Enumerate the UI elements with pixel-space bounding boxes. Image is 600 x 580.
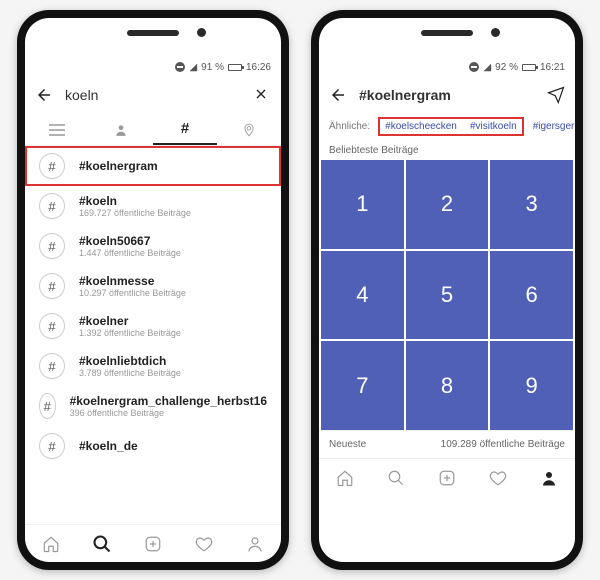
battery-icon	[228, 64, 242, 71]
nav-home[interactable]	[319, 459, 370, 496]
search-header: koeln	[25, 76, 281, 114]
tab-places[interactable]	[217, 114, 281, 145]
tab-people[interactable]	[89, 114, 153, 145]
hashtag-name: #koeln_de	[79, 439, 138, 453]
nav-add[interactable]	[421, 459, 472, 496]
post-thumbnail[interactable]: 6	[490, 251, 573, 340]
hashtag-name: #koelnergram	[79, 159, 158, 173]
clock: 16:26	[246, 62, 271, 73]
battery-percent: 91 %	[201, 62, 224, 73]
hash-icon: #	[39, 193, 65, 219]
status-bar: ◢ 91 % 16:26	[25, 58, 281, 76]
hash-icon: #	[39, 313, 65, 339]
similar-tag[interactable]: #igersgerma	[532, 118, 575, 135]
search-input[interactable]: koeln	[65, 87, 241, 103]
hashtag-result-row[interactable]: # #koeln_de	[25, 426, 281, 466]
nav-profile[interactable]	[230, 525, 281, 562]
top-posts-label: Beliebteste Beiträge	[319, 139, 575, 160]
newest-row: Neueste 109.289 öffentliche Beiträge	[319, 430, 575, 458]
results-list: # #koelnergram # #koeln169.727 öffentliche …	[25, 146, 281, 524]
nav-activity[interactable]	[179, 525, 230, 562]
newest-count: 109.289 öffentliche Beiträge	[441, 439, 565, 450]
post-thumbnail[interactable]: 3	[490, 160, 573, 249]
dnd-icon	[175, 62, 185, 72]
post-thumbnail[interactable]: 7	[321, 341, 404, 430]
hash-icon: #	[39, 153, 65, 179]
dnd-icon	[469, 62, 479, 72]
nav-home[interactable]	[25, 525, 76, 562]
hashtag-result-row[interactable]: # #koelnliebtdich3.789 öffentliche Beiträ…	[25, 346, 281, 386]
post-thumbnail[interactable]: 5	[406, 251, 489, 340]
hashtag-result-row[interactable]: # #koelnergram_challenge_herbst16396 öffe…	[25, 386, 281, 426]
phone-right: ◢ 92 % 16:21 #koelnergram Ähnliche: #koe…	[311, 10, 583, 570]
hashtag-name: #koeln50667	[79, 234, 181, 248]
similar-highlight-box: #koelscheecken #visitkoeln	[380, 119, 522, 134]
tab-hashtags[interactable]: #	[153, 114, 217, 145]
share-icon[interactable]	[547, 86, 565, 104]
post-thumbnail[interactable]: 9	[490, 341, 573, 430]
screen-right: ◢ 92 % 16:21 #koelnergram Ähnliche: #koe…	[319, 18, 575, 562]
search-tabs: #	[25, 114, 281, 146]
signal-icon: ◢	[483, 62, 491, 73]
hashtag-result-row[interactable]: # #koeln506671.447 öffentliche Beiträge	[25, 226, 281, 266]
similar-tag[interactable]: #visitkoeln	[469, 118, 518, 135]
post-thumbnail[interactable]: 8	[406, 341, 489, 430]
screen-left: ◢ 91 % 16:26 koeln #	[25, 18, 281, 562]
hashtag-result-row[interactable]: # #koelner1.392 öffentliche Beiträge	[25, 306, 281, 346]
hashtag-count: 3.789 öffentliche Beiträge	[79, 368, 181, 378]
hashtag-name: #koelnergram_challenge_herbst16	[70, 394, 267, 408]
hash-icon: #	[39, 273, 65, 299]
hashtag-result-row[interactable]: # #koeln169.727 öffentliche Beiträge	[25, 186, 281, 226]
clock: 16:21	[540, 62, 565, 73]
nav-search[interactable]	[370, 459, 421, 496]
tab-top[interactable]	[25, 114, 89, 145]
nav-activity[interactable]	[473, 459, 524, 496]
similar-row: Ähnliche: #koelscheecken #visitkoeln #ig…	[319, 114, 575, 139]
hashtag-count: 1.447 öffentliche Beiträge	[79, 248, 181, 258]
similar-label: Ähnliche:	[329, 121, 370, 132]
hashtag-result-row[interactable]: # #koelnergram	[25, 146, 281, 186]
posts-grid: 123456789	[319, 160, 575, 430]
post-thumbnail[interactable]: 1	[321, 160, 404, 249]
back-icon[interactable]	[35, 86, 53, 104]
newest-label: Neueste	[329, 439, 366, 450]
status-bar: ◢ 92 % 16:21	[319, 58, 575, 76]
hashtag-header: #koelnergram	[319, 76, 575, 114]
hashtag-name: #koelnmesse	[79, 274, 186, 288]
battery-icon	[522, 64, 536, 71]
back-icon[interactable]	[329, 86, 347, 104]
hashtag-count: 169.727 öffentliche Beiträge	[79, 208, 191, 218]
nav-profile[interactable]	[524, 459, 575, 496]
hashtag-count: 396 öffentliche Beiträge	[70, 408, 267, 418]
page-title: #koelnergram	[359, 87, 535, 103]
phone-left: ◢ 91 % 16:26 koeln #	[17, 10, 289, 570]
hashtag-count: 1.392 öffentliche Beiträge	[79, 328, 181, 338]
hashtag-result-row[interactable]: # #koelnmesse10.297 öffentliche Beiträge	[25, 266, 281, 306]
hash-icon: #	[39, 393, 56, 419]
hashtag-name: #koeln	[79, 194, 191, 208]
clear-icon[interactable]	[253, 86, 271, 104]
hash-icon: #	[39, 353, 65, 379]
post-thumbnail[interactable]: 4	[321, 251, 404, 340]
similar-tag[interactable]: #koelscheecken	[384, 118, 458, 135]
hash-icon: #	[39, 433, 65, 459]
bottom-nav	[25, 524, 281, 562]
hash-icon: #	[39, 233, 65, 259]
nav-search[interactable]	[76, 525, 127, 562]
hashtag-name: #koelnliebtdich	[79, 354, 181, 368]
signal-icon: ◢	[189, 62, 197, 73]
battery-percent: 92 %	[495, 62, 518, 73]
bottom-nav	[319, 458, 575, 496]
hashtag-name: #koelner	[79, 314, 181, 328]
post-thumbnail[interactable]: 2	[406, 160, 489, 249]
nav-add[interactable]	[127, 525, 178, 562]
hashtag-count: 10.297 öffentliche Beiträge	[79, 288, 186, 298]
